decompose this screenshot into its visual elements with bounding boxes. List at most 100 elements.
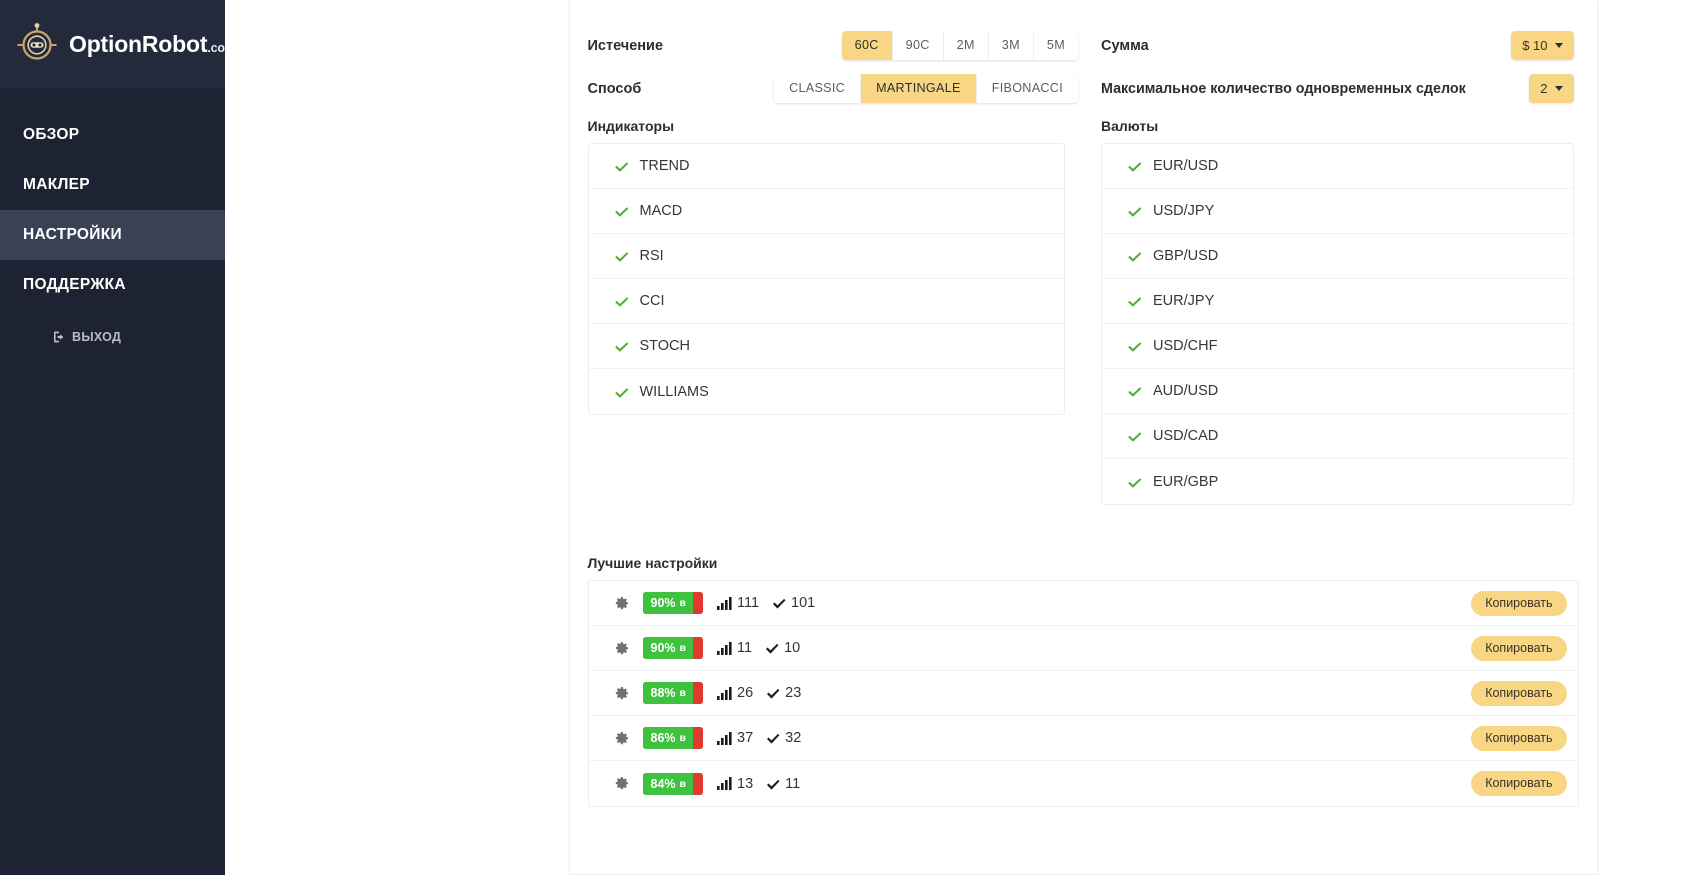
check-icon [614, 160, 629, 172]
indicator-label: MACD [639, 203, 683, 219]
check-icon [614, 295, 629, 307]
wins-stat: 10 [765, 640, 800, 656]
check-icon [765, 642, 779, 654]
robot-head-icon [14, 21, 60, 67]
sidebar-item-label: МАКЛЕР [23, 176, 90, 193]
gear-icon[interactable] [614, 686, 629, 701]
check-icon [1127, 430, 1142, 442]
sidebar: OptionRobot.com ОБЗОР МАКЛЕР НАСТРОЙКИ П… [0, 0, 236, 875]
trades-stat: 37 [717, 730, 753, 746]
main-area: Истечение 60C 90C 2M 3M 5M Способ CLASSI… [225, 0, 1683, 875]
status-badge: 90% в [642, 592, 703, 614]
chevron-down-icon [1554, 86, 1563, 91]
method-option-martingale[interactable]: MARTINGALE [861, 74, 977, 103]
check-icon [1127, 476, 1142, 488]
indicator-row-cci[interactable]: CCI [588, 279, 1064, 324]
gear-icon[interactable] [614, 776, 629, 791]
percent-remainder [693, 592, 703, 614]
logout-icon [52, 330, 66, 344]
amount-label: Сумма [1101, 37, 1149, 54]
expiration-option-2m[interactable]: 2M [943, 31, 989, 60]
currency-row-eur-gbp[interactable]: EUR/GBP [1102, 459, 1573, 504]
currency-row-eur-usd[interactable]: EUR/USD [1102, 144, 1573, 189]
best-settings-title: Лучшие настройки [587, 555, 718, 571]
indicator-row-macd[interactable]: MACD [588, 189, 1064, 234]
check-icon [766, 732, 780, 744]
gear-icon[interactable] [614, 731, 629, 746]
copy-button[interactable]: Копировать [1471, 725, 1567, 751]
expiration-row: Истечение 60C 90C 2M 3M 5M [588, 24, 1084, 67]
currency-row-usd-jpy[interactable]: USD/JPY [1102, 189, 1573, 234]
best-settings-list: 90% в 111 101 Копировать 90% в 11 10 Коп… [587, 580, 1579, 807]
wins-stat: 23 [766, 685, 801, 701]
sidebar-item-label: НАСТРОЙКИ [23, 226, 122, 243]
trades-count: 11 [737, 640, 753, 656]
currency-row-aud-usd[interactable]: AUD/USD [1102, 369, 1573, 414]
expiration-option-5m[interactable]: 5M [1033, 31, 1078, 60]
expiration-option-3m[interactable]: 3M [988, 31, 1034, 60]
indicator-row-trend[interactable]: TREND [588, 144, 1064, 189]
wins-stat: 101 [772, 595, 815, 611]
percent-value: 90% [650, 596, 676, 610]
sidebar-item-support[interactable]: ПОДДЕРЖКА [0, 260, 225, 310]
amount-row: Сумма $ 10 [1101, 24, 1579, 67]
gear-icon[interactable] [614, 596, 629, 611]
indicator-label: STOCH [639, 338, 691, 354]
currency-label: USD/CHF [1153, 338, 1218, 354]
brand-logo[interactable]: OptionRobot.com [0, 0, 236, 88]
status-badge: 86% в [642, 727, 703, 749]
check-icon [766, 778, 780, 790]
currency-row-usd-cad[interactable]: USD/CAD [1102, 414, 1573, 459]
expiration-option-90c[interactable]: 90C [892, 31, 944, 60]
copy-button[interactable]: Копировать [1471, 771, 1567, 796]
indicator-row-rsi[interactable]: RSI [588, 234, 1064, 279]
copy-button[interactable]: Копировать [1471, 680, 1567, 706]
percent-suffix: в [679, 597, 686, 609]
amount-dropdown[interactable]: $ 10 [1511, 31, 1574, 60]
max-trades-label: Максимальное количество одновременных сд… [1101, 80, 1466, 97]
wins-stat: 11 [766, 776, 800, 792]
sidebar-item-settings[interactable]: НАСТРОЙКИ [0, 210, 225, 260]
indicators-column: Индикаторы TREND MACD RSI CCI STOCH WILL… [587, 118, 1084, 505]
sidebar-nav: ОБЗОР МАКЛЕР НАСТРОЙКИ ПОДДЕРЖКА ВЫХОД [0, 110, 225, 344]
method-option-classic[interactable]: CLASSIC [774, 74, 862, 103]
currency-label: AUD/USD [1153, 383, 1219, 399]
percent-suffix: в [679, 732, 686, 744]
currency-row-eur-jpy[interactable]: EUR/JPY [1102, 279, 1573, 324]
logout-button[interactable]: ВЫХОД [0, 330, 225, 344]
settings-panel: Истечение 60C 90C 2M 3M 5M Способ CLASSI… [568, 0, 1598, 875]
app-root: OptionRobot.com ОБЗОР МАКЛЕР НАСТРОЙКИ П… [0, 0, 1683, 875]
indicator-row-williams[interactable]: WILLIAMS [589, 369, 1065, 414]
percent-remainder [693, 772, 703, 795]
sidebar-item-overview[interactable]: ОБЗОР [0, 110, 225, 160]
trades-stat: 26 [717, 685, 753, 701]
check-icon [772, 597, 786, 609]
check-icon [1127, 205, 1142, 217]
method-option-fibonacci[interactable]: FIBONACCI [976, 74, 1078, 103]
best-settings-row: 90% в 111 101 Копировать [588, 581, 1578, 626]
percent-fill: 86% в [642, 727, 693, 749]
trades-count: 37 [737, 730, 754, 746]
max-trades-dropdown[interactable]: 2 [1529, 74, 1574, 103]
currencies-title: Валюты [1101, 118, 1159, 134]
gear-icon[interactable] [614, 641, 629, 656]
sidebar-item-broker[interactable]: МАКЛЕР [0, 160, 225, 210]
percent-suffix: в [679, 777, 686, 790]
trades-stat: 11 [717, 640, 752, 656]
status-badge: 90% в [642, 637, 703, 659]
indicator-label: RSI [639, 248, 664, 264]
percent-remainder [693, 727, 703, 749]
logout-label: ВЫХОД [72, 330, 122, 344]
indicators-title: Индикаторы [587, 118, 675, 134]
copy-button[interactable]: Копировать [1471, 635, 1567, 661]
indicators-list: TREND MACD RSI CCI STOCH WILLIAMS [587, 143, 1065, 415]
wins-count: 10 [784, 640, 801, 656]
check-icon [1127, 340, 1142, 352]
copy-button[interactable]: Копировать [1471, 590, 1567, 616]
currency-row-gbp-usd[interactable]: GBP/USD [1102, 234, 1573, 279]
indicator-row-stoch[interactable]: STOCH [588, 324, 1064, 369]
currency-row-usd-chf[interactable]: USD/CHF [1102, 324, 1573, 369]
expiration-option-60c[interactable]: 60C [841, 31, 893, 60]
expiration-label: Истечение [587, 37, 664, 54]
method-button-group: CLASSIC MARTINGALE FIBONACCI [774, 74, 1078, 103]
